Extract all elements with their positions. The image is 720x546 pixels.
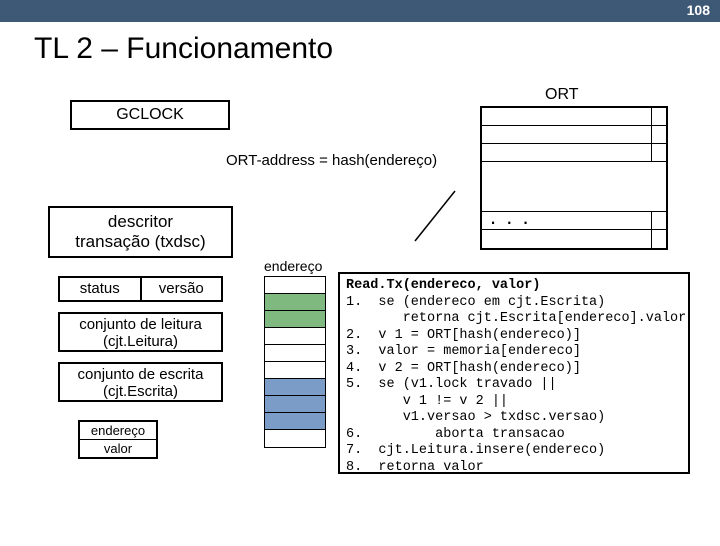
code-l4: 4. v 2 = ORT[hash(endereco)] <box>346 361 581 376</box>
write-set-l2: (cjt.Escrita) <box>60 383 221 400</box>
code-l8: 8. retorna valor <box>346 460 484 475</box>
transaction-descriptor-box: descritor transação (txdsc) <box>48 206 233 258</box>
code-l7: 7. cjt.Leitura.insere(endereco) <box>346 443 605 458</box>
read-set-l1: conjunto de leitura <box>60 316 221 333</box>
code-l5: 5. se (v1.lock travado || <box>346 377 557 392</box>
ort-address-formula: ORT-address = hash(endereço) <box>226 152 437 169</box>
descriptor-line2: transação (txdsc) <box>52 232 229 252</box>
memory-label: endereço <box>264 258 322 274</box>
gclock-box: GCLOCK <box>70 100 230 130</box>
diagram-canvas: GCLOCK ORT . . . ORT-address = hash(ende… <box>0 76 720 546</box>
code-l5c: v1.versao > txdsc.versao) <box>346 410 605 425</box>
connector-line <box>410 186 460 246</box>
ort-ellipsis: . . . <box>490 204 531 230</box>
code-l2: 2. v 1 = ORT[hash(endereco)] <box>346 328 581 343</box>
code-l3: 3. valor = memoria[endereco] <box>346 344 581 359</box>
code-signature: Read.Tx(endereco, valor) <box>346 278 540 293</box>
ev-address: endereço <box>80 422 156 440</box>
write-set-l1: conjunto de escrita <box>60 366 221 383</box>
read-set-l2: (cjt.Leitura) <box>60 333 221 350</box>
status-cell: status <box>60 278 142 300</box>
descriptor-line1: descritor <box>52 212 229 232</box>
code-l1: 1. se (endereco em cjt.Escrita) <box>346 295 605 310</box>
code-l1b: retorna cjt.Escrita[endereco].valor <box>346 311 686 326</box>
address-value-box: endereço valor <box>78 420 158 459</box>
slide-number-bar: 108 <box>0 0 720 22</box>
write-set-box: conjunto de escrita (cjt.Escrita) <box>58 362 223 402</box>
version-cell: versão <box>142 278 222 300</box>
ev-value: valor <box>80 440 156 457</box>
read-set-box: conjunto de leitura (cjt.Leitura) <box>58 312 223 352</box>
code-l5b: v 1 != v 2 || <box>346 394 508 409</box>
status-version-box: status versão <box>58 276 223 302</box>
memory-column <box>264 276 326 448</box>
readtx-code-box: Read.Tx(endereco, valor) 1. se (endereco… <box>338 272 690 474</box>
ort-label: ORT <box>545 86 578 104</box>
slide-number: 108 <box>687 2 710 18</box>
slide-title: TL 2 – Funcionamento <box>0 22 720 76</box>
code-l6: 6. aborta transacao <box>346 427 565 442</box>
